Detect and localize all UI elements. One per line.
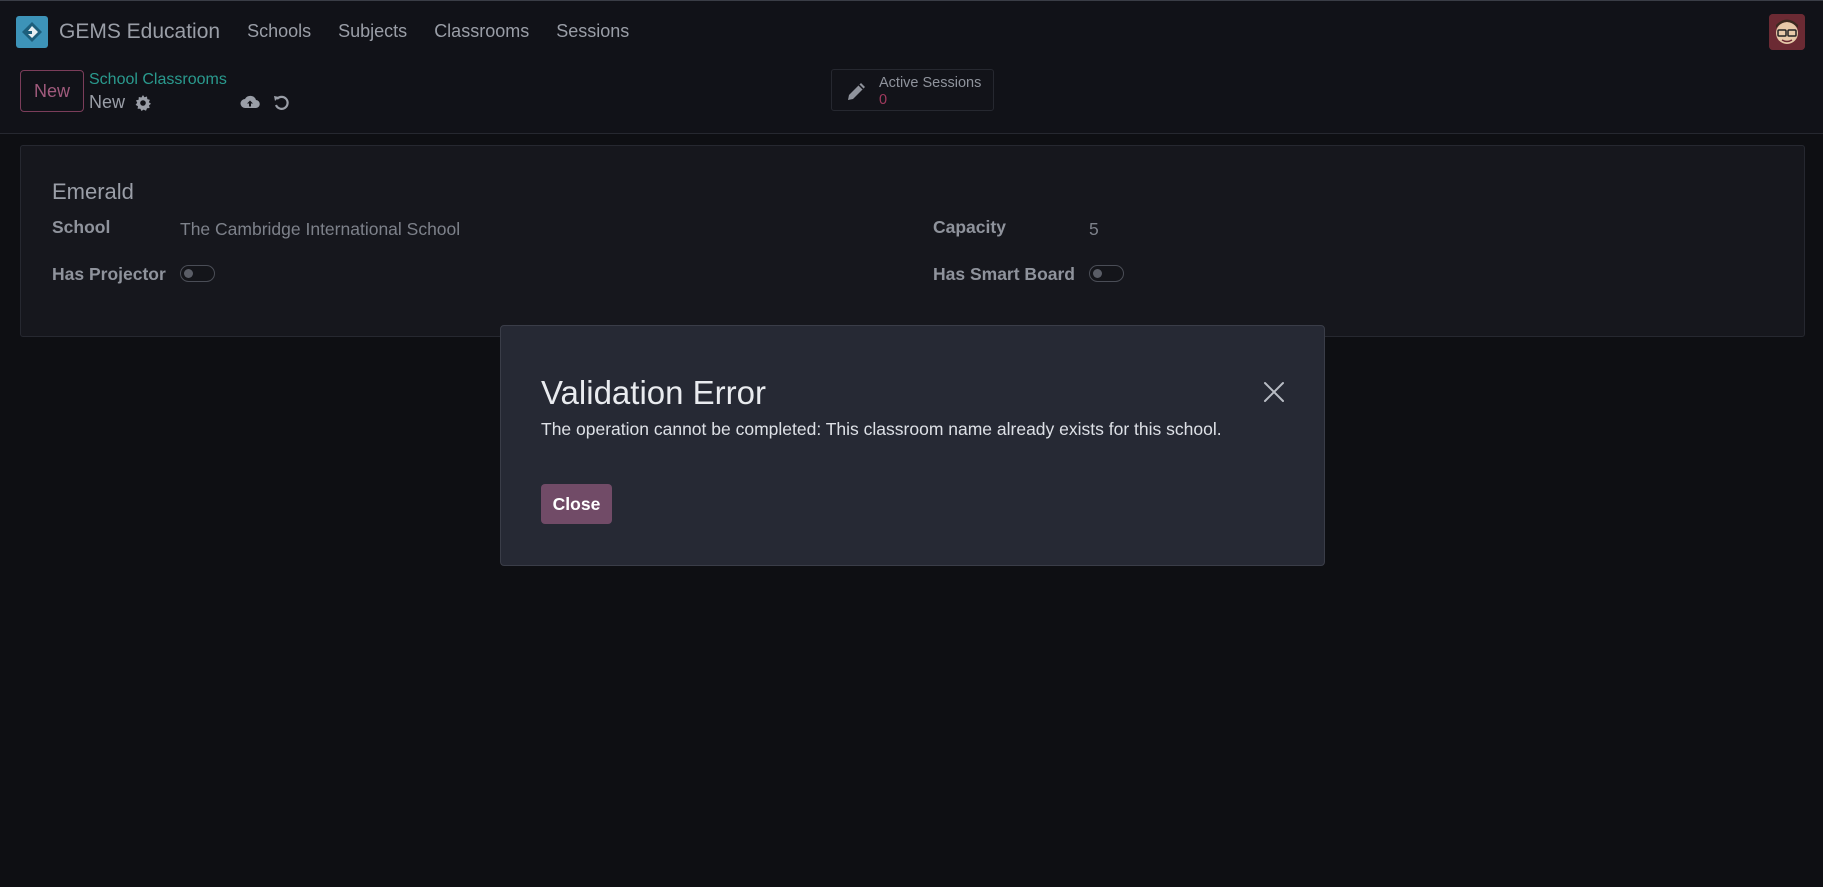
top-navbar: GEMS Education Schools Subjects Classroo… bbox=[0, 0, 1823, 62]
close-button[interactable]: Close bbox=[541, 484, 612, 524]
stat-label: Active Sessions bbox=[879, 75, 982, 91]
user-avatar[interactable] bbox=[1769, 14, 1805, 50]
breadcrumb[interactable]: School Classrooms bbox=[89, 71, 227, 89]
undo-icon[interactable] bbox=[273, 94, 291, 112]
menu-subjects[interactable]: Subjects bbox=[338, 21, 407, 42]
dialog-message: The operation cannot be completed: This … bbox=[541, 419, 1222, 439]
capacity-field[interactable]: 5 bbox=[1089, 219, 1099, 240]
record-name-label: New bbox=[89, 92, 126, 112]
active-sessions-button[interactable]: Active Sessions 0 bbox=[831, 69, 994, 111]
menu-sessions[interactable]: Sessions bbox=[556, 21, 629, 42]
app-name[interactable]: GEMS Education bbox=[59, 20, 220, 44]
capacity-label: Capacity bbox=[933, 217, 1006, 237]
dialog-title: Validation Error bbox=[541, 374, 766, 411]
has-projector-label: Has Projector bbox=[52, 264, 166, 284]
menu-classrooms[interactable]: Classrooms bbox=[434, 21, 529, 42]
stat-value: 0 bbox=[879, 92, 888, 108]
new-button[interactable]: New bbox=[20, 70, 84, 112]
school-field[interactable]: The Cambridge International School bbox=[180, 219, 460, 240]
close-icon[interactable] bbox=[1263, 381, 1285, 403]
app-logo-icon[interactable] bbox=[16, 15, 48, 48]
classroom-name-field[interactable]: Emerald bbox=[52, 179, 134, 205]
gear-icon[interactable] bbox=[135, 94, 152, 111]
has-projector-toggle[interactable] bbox=[180, 265, 215, 282]
pencil-icon bbox=[846, 80, 868, 107]
record-title: New bbox=[89, 92, 152, 113]
control-panel: New School Classrooms New Active Session… bbox=[0, 62, 1823, 134]
validation-error-dialog: Validation Error The operation cannot be… bbox=[500, 325, 1325, 566]
menu-schools[interactable]: Schools bbox=[247, 21, 311, 42]
has-smart-board-label: Has Smart Board bbox=[933, 264, 1075, 284]
has-smart-board-toggle[interactable] bbox=[1089, 265, 1124, 282]
cloud-upload-icon[interactable] bbox=[240, 94, 260, 110]
form-sheet: Emerald School The Cambridge Internation… bbox=[20, 145, 1805, 337]
school-label: School bbox=[52, 217, 111, 237]
